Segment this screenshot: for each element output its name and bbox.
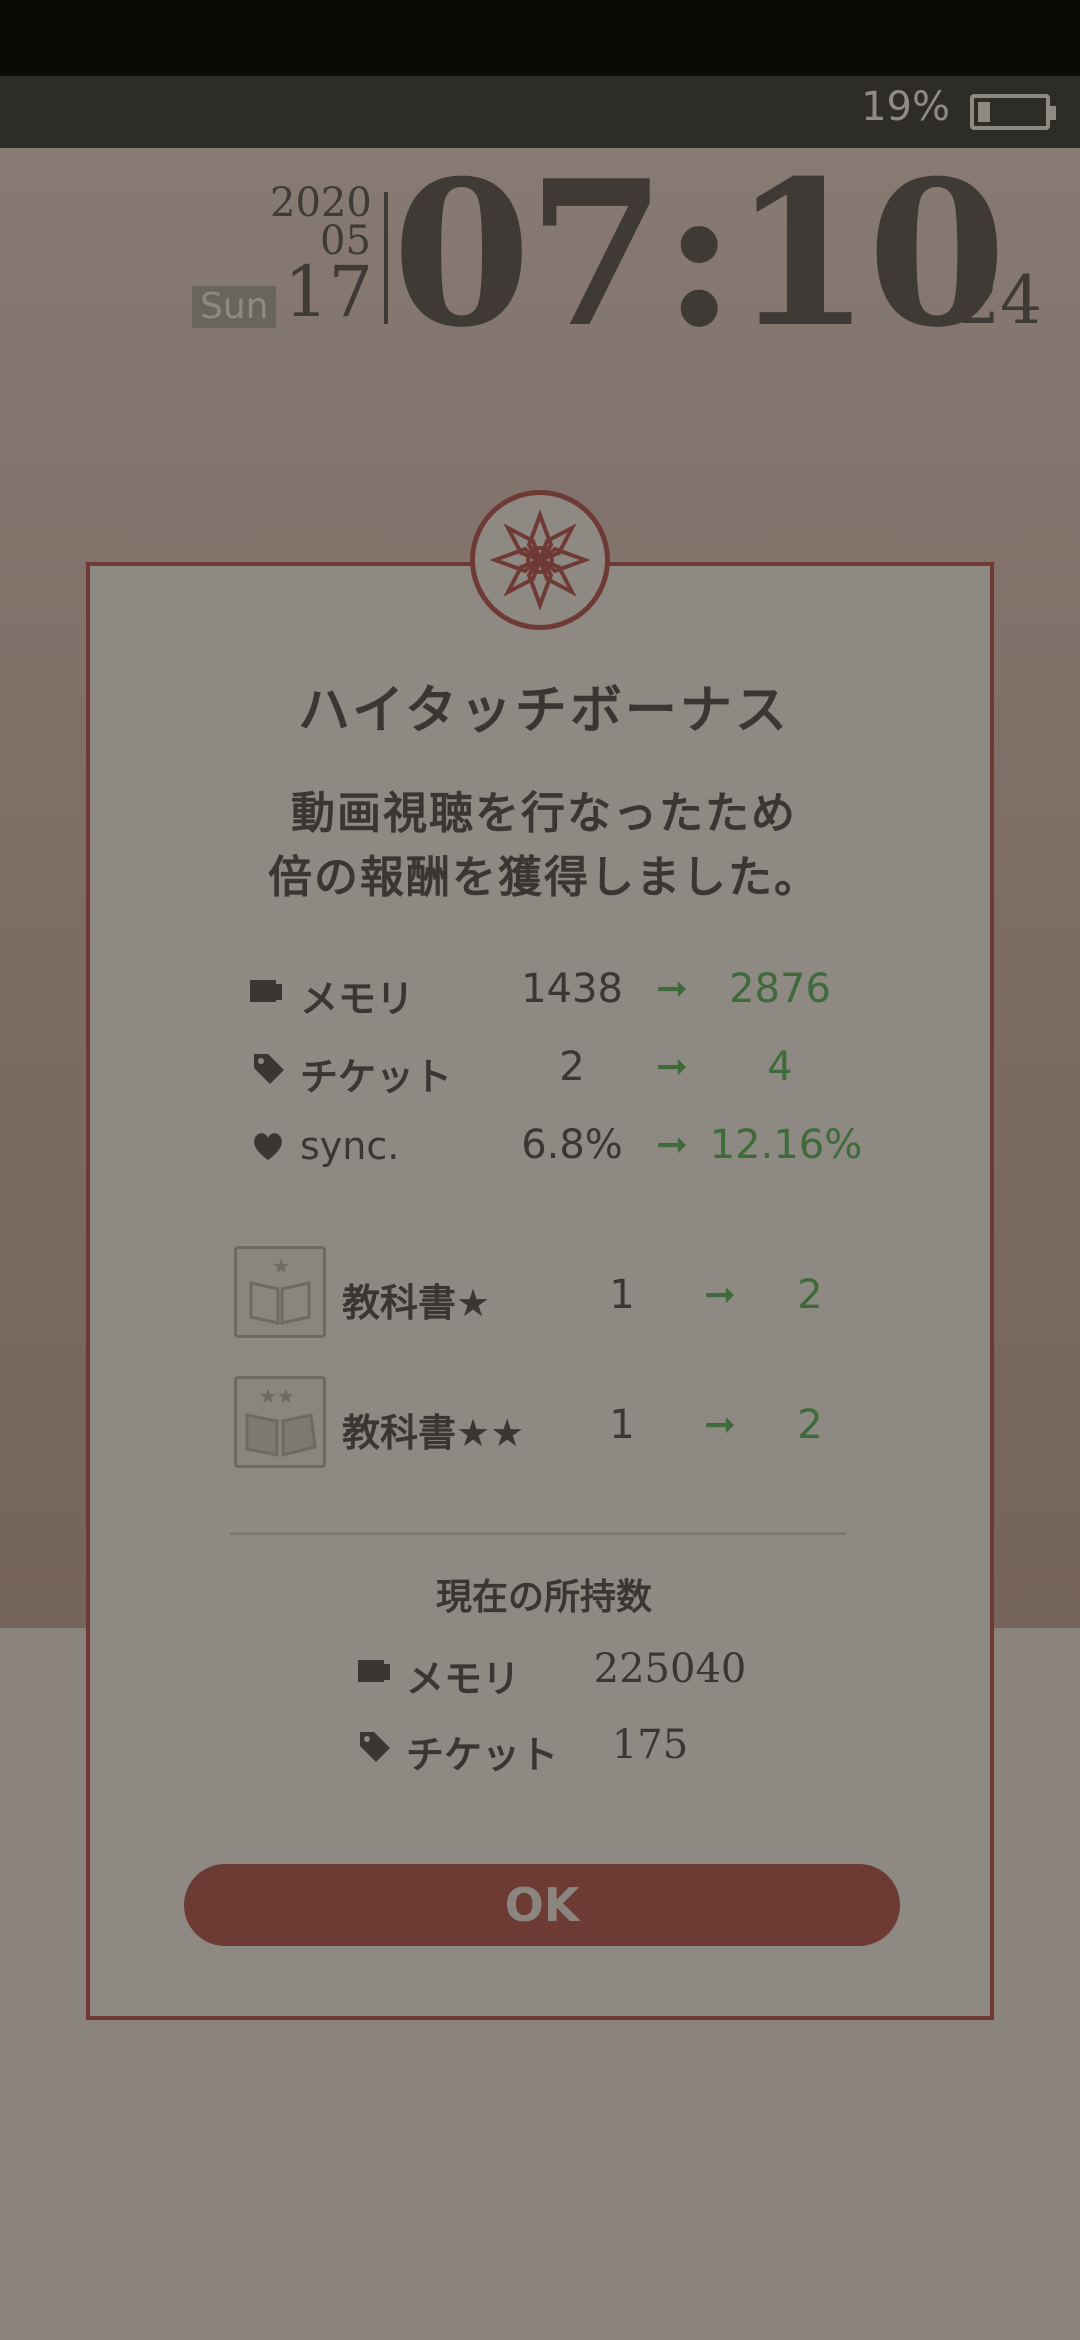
reward-label: メモリ: [300, 977, 415, 1021]
item-after: 2: [797, 1402, 823, 1448]
reward-label: チケット: [300, 1055, 453, 1099]
holding-value: 175: [611, 1722, 689, 1768]
ticket-icon: [254, 1054, 284, 1084]
heart-icon: [254, 1133, 282, 1160]
textbook-2star-icon: ★★: [234, 1376, 326, 1468]
holding-label: メモリ: [406, 1657, 521, 1701]
dialog-message: 動画視聴を行なったため 倍の報酬を獲得しました。: [90, 782, 998, 910]
memory-icon: [358, 1660, 390, 1682]
reward-row-sync: sync. 6.8% ➞ 12.16%: [90, 1118, 998, 1178]
bonus-dialog: ハイタッチボーナス 動画視聴を行なったため 倍の報酬を獲得しました。 メモリ 1…: [86, 562, 994, 2020]
reward-after: 12.16%: [709, 1122, 863, 1168]
holding-label: チケット: [406, 1733, 559, 1777]
item-before: 1: [609, 1402, 635, 1448]
reward-after: 4: [767, 1044, 793, 1090]
arrow-icon: ➞: [656, 1044, 688, 1088]
item-before: 1: [609, 1272, 635, 1318]
reward-row-memory: メモリ 1438 ➞ 2876: [90, 962, 998, 1022]
item-label: 教科書★★: [342, 1411, 525, 1455]
memory-icon: [250, 980, 282, 1002]
textbook-1star-icon: ★: [234, 1246, 326, 1338]
clock-weekday: Sun: [192, 286, 277, 328]
reward-before: 6.8%: [521, 1122, 623, 1168]
svg-text:★★: ★★: [259, 1384, 295, 1408]
reward-before: 1438: [521, 966, 623, 1012]
reward-after: 2876: [729, 966, 831, 1012]
clock-day: 17: [284, 251, 374, 333]
dialog-message-line1: 動画視聴を行なったため: [291, 788, 797, 839]
holding-value: 225040: [593, 1646, 747, 1692]
ok-button[interactable]: OK: [184, 1864, 900, 1946]
holding-row-ticket: チケット 175: [90, 1718, 998, 1778]
dialog-message-line2: 倍の報酬を獲得しました。: [268, 852, 820, 903]
section-divider: [230, 1532, 846, 1535]
holdings-title: 現在の所持数: [435, 1577, 652, 1618]
clock-time: 07:10: [392, 137, 1006, 372]
reward-label: sync.: [300, 1124, 400, 1168]
arrow-icon: ➞: [704, 1272, 736, 1316]
item-row-textbook1: ★ 教科書★ 1 ➞ 2: [90, 1246, 998, 1342]
item-after: 2: [797, 1272, 823, 1318]
holding-row-memory: メモリ 225040: [90, 1642, 998, 1702]
arrow-icon: ➞: [656, 1122, 688, 1166]
dialog-title: ハイタッチボーナス: [298, 681, 790, 741]
arrow-icon: ➞: [704, 1402, 736, 1446]
clock: 2020 05 Sun 17 07:10 24: [0, 0, 1080, 360]
clock-seconds: 24: [958, 262, 1042, 339]
reward-before: 2: [559, 1044, 585, 1090]
ticket-icon: [360, 1732, 390, 1762]
arrow-icon: ➞: [656, 966, 688, 1010]
clock-divider: [384, 192, 388, 324]
item-row-textbook2: ★★ 教科書★★ 1 ➞ 2: [90, 1376, 998, 1472]
svg-text:★: ★: [272, 1254, 290, 1278]
item-label: 教科書★: [342, 1281, 491, 1325]
flower-emblem-icon: [470, 490, 610, 630]
reward-row-ticket: チケット 2 ➞ 4: [90, 1040, 998, 1100]
